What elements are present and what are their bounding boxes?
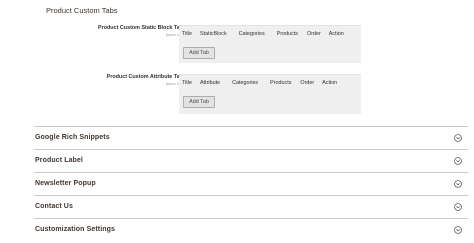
table-header: Title StaticBlock Categories Products Or…: [179, 26, 361, 42]
column-header-title: Title: [182, 80, 192, 86]
accordion-label: Product Label: [35, 157, 83, 164]
accordion-label: Customization Settings: [35, 226, 115, 233]
chevron-down-circle-icon: [454, 203, 462, 211]
section-title: Product Custom Tabs: [46, 6, 118, 15]
attribute-tabs-label: Product Custom Attribute Tabs: [106, 74, 186, 80]
column-header-staticblock: StaticBlock: [199, 31, 227, 37]
column-header-products: Products: [270, 80, 292, 86]
accordion-product-label[interactable]: Product Label: [34, 149, 468, 172]
table-header: Title Attribute Categories Products Orde…: [179, 75, 361, 91]
column-header-action: Action: [328, 31, 344, 37]
accordion-contact-us[interactable]: Contact Us: [34, 195, 468, 218]
accordion-google-rich-snippets[interactable]: Google Rich Snippets: [34, 126, 468, 149]
scope-label: [store view]: [165, 81, 186, 86]
accordion-customization-settings[interactable]: Customization Settings: [34, 218, 468, 241]
static-block-tabs-label: Product Custom Static Block Tabs: [98, 25, 186, 31]
scope-label: [store view]: [165, 32, 186, 37]
static-block-tabs-table: Title StaticBlock Categories Products Or…: [179, 25, 361, 63]
chevron-down-circle-icon: [454, 157, 462, 165]
column-header-order: Order: [307, 31, 321, 37]
column-header-action: Action: [322, 80, 338, 86]
accordion-label: Google Rich Snippets: [35, 134, 110, 141]
accordion-label: Newsletter Popup: [35, 180, 96, 187]
add-static-block-tab-button[interactable]: Add Tab: [183, 47, 215, 59]
add-attribute-tab-button[interactable]: Add Tab: [183, 96, 215, 108]
accordion-label: Contact Us: [35, 203, 73, 210]
column-header-categories: Categories: [232, 80, 259, 86]
column-header-order: Order: [300, 80, 315, 86]
chevron-down-circle-icon: [454, 226, 462, 234]
accordion-newsletter-popup[interactable]: Newsletter Popup: [34, 172, 468, 195]
attribute-tabs-table: Title Attribute Categories Products Orde…: [179, 74, 361, 114]
attribute-tabs-label-group: Product Custom Attribute Tabs [store vie…: [107, 74, 186, 86]
column-header-attribute: Attribute: [199, 80, 221, 86]
column-header-products: Products: [276, 31, 299, 37]
chevron-down-circle-icon: [454, 134, 462, 142]
chevron-down-circle-icon: [454, 180, 462, 188]
column-header-title: Title: [182, 31, 192, 37]
column-header-categories: Categories: [238, 31, 265, 37]
static-block-tabs-label-group: Product Custom Static Block Tabs [store …: [98, 25, 186, 37]
